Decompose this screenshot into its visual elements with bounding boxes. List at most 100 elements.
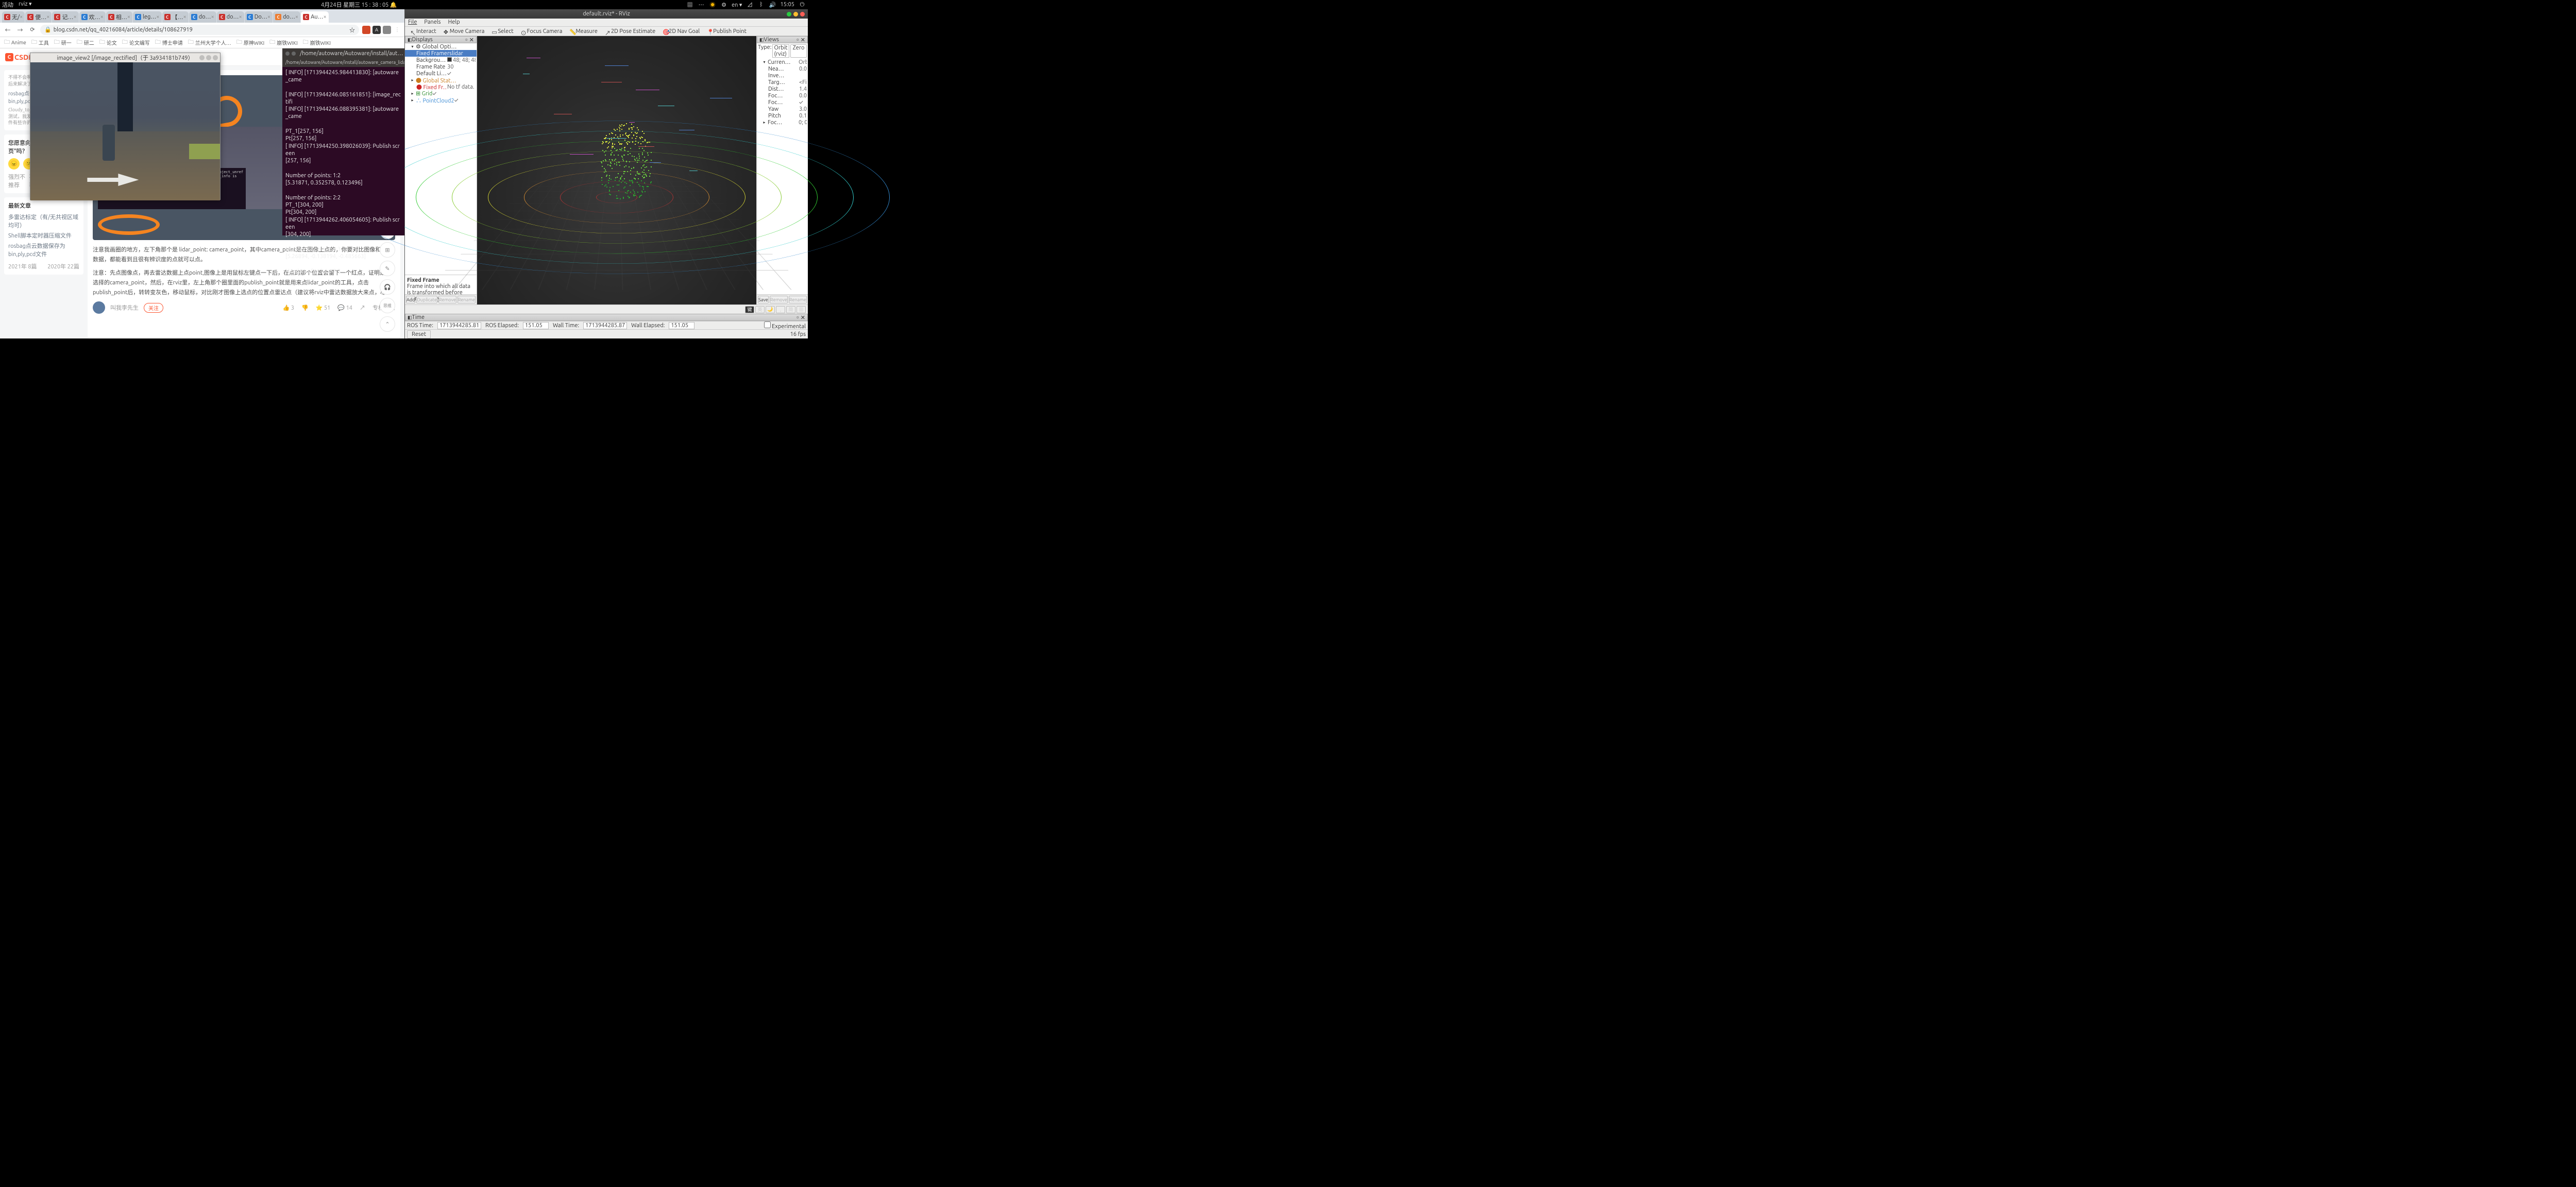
view-item[interactable]: ▸Foc…0; 0; 0 [757, 119, 808, 126]
tool-btn[interactable]: ▦ [796, 306, 806, 313]
rviz-tool-2d-pose-estimate[interactable]: ↗2D Pose Estimate [602, 27, 658, 36]
lang-indicator[interactable]: en ▾ [732, 2, 742, 8]
float-btn[interactable]: ⌃ [380, 316, 395, 332]
rviz-tool-publish-point[interactable]: 📍Publish Point [704, 27, 750, 36]
browser-tab[interactable]: C相…× [106, 11, 132, 23]
bookmark-item[interactable]: 🗀兰州大学个人… [188, 38, 231, 47]
lang-btn[interactable]: 英 [755, 306, 765, 313]
menu-item[interactable]: Panels [423, 19, 442, 26]
browser-tab[interactable]: C【…× [162, 11, 189, 23]
tray-icon[interactable]: ⋯ [698, 1, 705, 8]
browser-tab[interactable]: C无/× [2, 11, 25, 23]
browser-tab[interactable]: C便…× [25, 11, 52, 23]
rviz-tool-move-camera[interactable]: ✥Move Camera [440, 27, 488, 36]
bookmark-item[interactable]: 🗀工具 [31, 38, 49, 47]
author-name[interactable]: 叫我李先生 [110, 303, 139, 312]
latest-link[interactable]: rosbag点云数据保存为bin,ply,pcd文件 [8, 242, 79, 258]
view-item[interactable]: ▾Curren…Orbit (rviz) [757, 59, 808, 65]
rviz-tool-interact[interactable]: ↖Interact [407, 27, 439, 36]
browser-tab[interactable]: C欢…× [79, 11, 106, 23]
share-button[interactable]: ↗ [360, 303, 365, 312]
speaker-icon[interactable]: 🔊 [769, 1, 776, 8]
tree-item[interactable]: Default Li…✓ [405, 70, 477, 77]
reset-button[interactable]: Reset [407, 330, 431, 338]
bluetooth-icon[interactable]: ᛒ [757, 1, 765, 8]
network-icon[interactable]: ⊿ [746, 1, 753, 8]
rviz-tool-measure[interactable]: 📏Measure [566, 27, 601, 36]
view-item[interactable]: Foc…0.05 [757, 92, 808, 99]
tool-btn[interactable]: 键 [745, 306, 754, 313]
time-panel-header[interactable]: ◧ Time▫✕ [405, 314, 808, 321]
add-button[interactable]: Add [406, 296, 415, 303]
tree-item[interactable]: ⚙ Global Opti… [416, 43, 456, 50]
view-item[interactable]: Inve… [757, 72, 808, 79]
zero-button[interactable]: Zero [790, 44, 807, 58]
app-menu[interactable]: rviz ▾ [19, 1, 32, 9]
like-count[interactable]: 👍 3 [283, 304, 294, 311]
float-btn[interactable]: 思维 [380, 298, 395, 313]
rviz-3d-view[interactable] [477, 36, 756, 304]
view-item[interactable]: Targ…<Fixed Fra… [757, 79, 808, 86]
rviz-tool-select[interactable]: ▭Select [488, 27, 516, 36]
bookmark-item[interactable]: 🗀Anime [4, 38, 26, 47]
tree-item-selected[interactable]: Fixed Framerslidar [405, 50, 477, 57]
panel-header[interactable]: ◧ Displays▫✕ [405, 36, 477, 43]
browser-tab[interactable]: Cdo…× [189, 11, 216, 23]
browser-tab[interactable]: C记…× [52, 11, 78, 23]
rviz-tool-focus-camera[interactable]: ⊙Focus Camera [518, 27, 566, 36]
browser-tab[interactable]: CAu…× [301, 11, 329, 23]
view-item[interactable]: Nea…0.01 [757, 65, 808, 72]
tree-item[interactable]: ▸∴ PointCloud2✓ [405, 97, 477, 104]
close-icon[interactable] [213, 55, 218, 60]
clock[interactable]: 4月24日 星期三 15 : 38 : 05 🔔 [32, 1, 687, 9]
star-icon[interactable]: ☆ [349, 26, 355, 34]
min-icon[interactable] [199, 55, 205, 60]
forward-button[interactable]: → [15, 25, 25, 35]
ext-icon[interactable] [383, 26, 391, 34]
view-item[interactable]: Pitch0.100204 [757, 112, 808, 119]
activities-btn[interactable]: 活动 [2, 1, 13, 9]
browser-tab[interactable]: Cleg…× [133, 11, 161, 23]
max-icon[interactable] [206, 55, 211, 60]
tree-item[interactable]: Backgrou…48; 48; 48 [405, 57, 477, 63]
latest-link[interactable]: 多雷达标定（有/无共视区域均可） [8, 213, 79, 229]
menu-item[interactable]: Help [447, 19, 461, 26]
latest-link[interactable]: Shell脚本定时器压缩文件 [8, 231, 79, 240]
terminal-window[interactable]: /home/autoware/Autoware/install/aut… /ho… [282, 48, 404, 235]
tree-item[interactable]: ● Fixed Fr…No tf data. Actu… [405, 83, 477, 90]
reload-button[interactable]: ⟳ [28, 25, 37, 35]
back-button[interactable]: ← [3, 25, 12, 35]
follow-button[interactable]: 关注 [144, 303, 163, 313]
menu-item[interactable]: File [407, 19, 418, 26]
ext-icon[interactable] [362, 26, 370, 34]
ext-icon[interactable]: A [372, 26, 381, 34]
rating-emoji[interactable]: 😠 [8, 158, 20, 169]
comment-count[interactable]: 💬 14 [337, 304, 352, 311]
tool-btn[interactable]: 🌙 [766, 306, 775, 313]
tree-item[interactable]: ▸● Global Stat… [405, 77, 477, 83]
experimental-check[interactable] [764, 321, 771, 328]
tree-item[interactable]: ▸⊞ Grid✓ [405, 90, 477, 97]
window-controls[interactable] [787, 12, 805, 16]
float-btn[interactable]: 🎧 [380, 279, 395, 295]
bookmark-item[interactable]: 🗀研一 [54, 38, 72, 47]
settings-icon[interactable]: ⚙ [720, 1, 727, 8]
tray-icon[interactable]: ▦ [686, 1, 693, 8]
tool-btn[interactable]: 简 [786, 306, 795, 313]
bookmark-item[interactable]: 🗀论文编写 [122, 38, 150, 47]
chrome-tray-icon[interactable]: ◉ [709, 1, 716, 8]
bookmark-item[interactable]: 🗀崩铁WIKI [303, 38, 331, 47]
close-icon[interactable]: ▫✕ [795, 313, 805, 321]
close-icon[interactable]: ▫✕ [795, 36, 805, 44]
rviz-tool-2d-nav-goal[interactable]: 🎯2D Nav Goal [659, 27, 703, 36]
tree-item[interactable]: Frame Rate30 [405, 63, 477, 70]
image-view2-window[interactable]: image_view2 [/image_rectified]（于 3a93418… [30, 53, 221, 200]
browser-tab[interactable]: Cdo…× [217, 11, 244, 23]
bookmark-item[interactable]: 🗀论文 [99, 38, 117, 47]
author-avatar[interactable] [93, 301, 105, 314]
star-count[interactable]: ⭐ 51 [316, 304, 331, 311]
address-bar[interactable]: 🔒 blog.csdn.net/qq_40216084/article/deta… [40, 25, 359, 35]
browser-tab[interactable]: CDo…× [245, 11, 273, 23]
save-button[interactable]: Save [758, 296, 769, 303]
power-icon[interactable]: ⏻ [799, 1, 806, 8]
